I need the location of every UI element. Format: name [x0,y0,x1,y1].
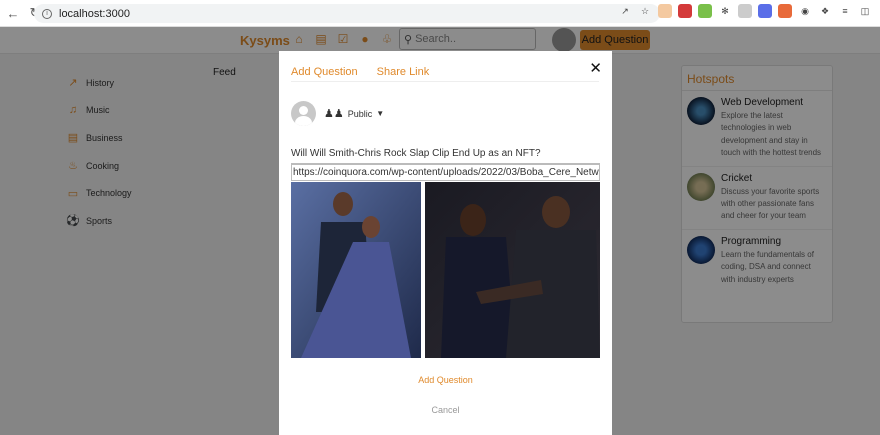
extension-icon[interactable]: ✻ [718,4,732,18]
cancel-button[interactable]: Cancel [279,405,612,415]
close-icon[interactable]: ✕ [589,59,602,77]
extension-icon[interactable] [758,4,772,18]
reading-list-icon[interactable]: ≡ [838,4,852,18]
image-url-input[interactable]: https://coinquora.com/wp-content/uploads… [291,164,600,181]
extension-icons: ↗ ☆ ✻ ◉ ❖ ≡ ◫ [618,4,872,18]
extension-icon[interactable] [738,4,752,18]
browser-toolbar: ← ↻ i localhost:3000 ↗ ☆ ✻ ◉ ❖ ≡ ◫ [0,0,880,27]
avatar [291,101,316,126]
star-icon[interactable]: ☆ [638,4,652,18]
tab-add-question[interactable]: Add Question [291,66,358,78]
extension-icon[interactable] [658,4,672,18]
tab-share-link[interactable]: Share Link [377,66,430,78]
question-image [291,182,600,358]
extension-icon[interactable] [698,4,712,18]
visibility-select[interactable]: ♟♟ Public ▼ [324,107,384,120]
camera-icon[interactable]: ◉ [798,4,812,18]
back-icon[interactable]: ← [4,4,22,22]
add-question-modal: Add Question Share Link ✕ ♟♟ Public ▼ Wi… [279,51,612,435]
visibility-label: Public [347,108,373,119]
url-text: localhost:3000 [59,7,130,20]
extension-icon[interactable] [778,4,792,18]
address-bar[interactable]: i localhost:3000 [34,4,660,23]
divider [291,81,599,82]
extension-icon[interactable] [678,4,692,18]
puzzle-icon[interactable]: ❖ [818,4,832,18]
people-icon: ♟♟ [324,108,344,120]
question-input[interactable]: Will Will Smith-Chris Rock Slap Clip End… [291,144,600,164]
sidepanel-icon[interactable]: ◫ [858,4,872,18]
info-icon[interactable]: i [42,8,52,19]
submit-question-button[interactable]: Add Question [279,375,612,385]
chevron-down-icon: ▼ [376,109,385,118]
share-icon[interactable]: ↗ [618,4,632,18]
